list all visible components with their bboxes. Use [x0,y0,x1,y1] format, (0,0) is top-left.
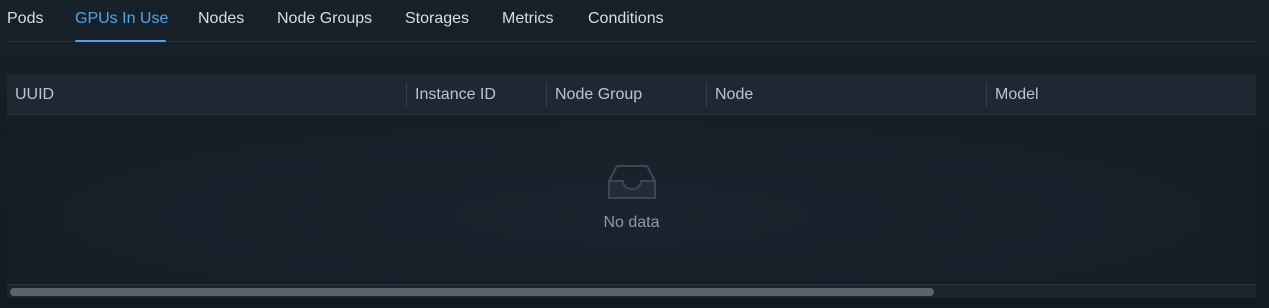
gpus-table: UUID Instance ID Node Group Node Model N… [7,74,1256,282]
table-header: UUID Instance ID Node Group Node Model [7,74,1256,115]
table-body: No data [7,115,1256,282]
column-header-node[interactable]: Node [707,74,753,115]
tab-metrics[interactable]: Metrics [502,9,554,28]
scrollbar-thumb[interactable] [10,288,934,296]
column-header-model[interactable]: Model [987,74,1039,115]
empty-state: No data [7,115,1256,282]
tab-pods[interactable]: Pods [7,9,43,28]
tab-bar: Pods GPUs In Use Nodes Node Groups Stora… [7,0,1256,42]
inbox-icon [608,165,656,199]
column-header-uuid[interactable]: UUID [7,74,54,115]
tab-node-groups[interactable]: Node Groups [277,9,372,28]
horizontal-scrollbar[interactable] [7,284,1256,298]
empty-state-text: No data [603,214,660,231]
tab-storages[interactable]: Storages [405,9,469,28]
tab-conditions[interactable]: Conditions [588,9,664,28]
column-header-node-group[interactable]: Node Group [547,74,642,115]
tab-gpus-in-use[interactable]: GPUs In Use [75,9,168,28]
gpus-in-use-page: Pods GPUs In Use Nodes Node Groups Stora… [0,0,1269,308]
column-header-instance-id[interactable]: Instance ID [407,74,496,115]
tab-nodes[interactable]: Nodes [198,9,244,28]
active-tab-indicator [75,40,166,42]
